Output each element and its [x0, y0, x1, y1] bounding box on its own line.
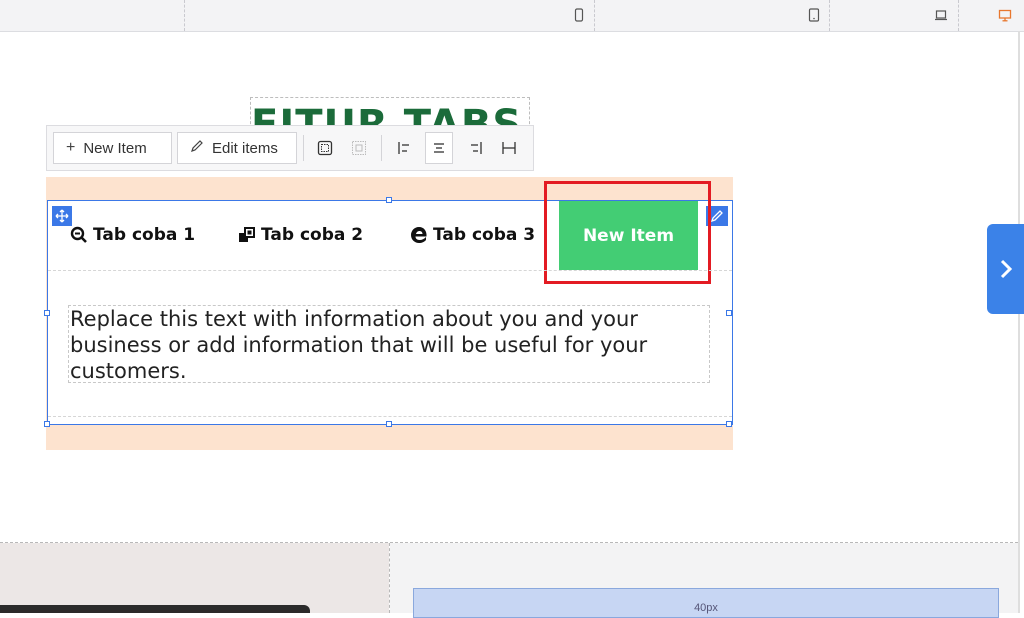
layout-full-icon[interactable]: [345, 132, 373, 164]
edit-items-button-label: Edit items: [212, 139, 278, 157]
desktop-view-icon[interactable]: [998, 8, 1012, 22]
pencil-icon: [190, 139, 204, 158]
tab-divider: [48, 270, 732, 271]
device-bar-divider: [958, 0, 959, 31]
plus-icon: +: [66, 139, 76, 156]
clone-icon: [239, 227, 255, 242]
element-toolbar: + New Item Edit items: [46, 125, 534, 171]
resize-handle[interactable]: [726, 310, 732, 316]
toolbar-divider: [381, 135, 382, 161]
resize-handle[interactable]: [44, 310, 50, 316]
laptop-view-icon[interactable]: [934, 8, 948, 22]
tab-label: Tab coba 1: [93, 225, 196, 245]
tab-label: Tab coba 2: [261, 225, 364, 245]
chevron-right-icon: [1000, 259, 1012, 279]
image-block[interactable]: [0, 543, 389, 613]
tab-content-text[interactable]: Replace this text with information about…: [70, 306, 710, 384]
new-item-button[interactable]: + New Item: [53, 132, 172, 164]
panel-toggle-button[interactable]: [987, 224, 1024, 314]
resize-handle[interactable]: [726, 421, 732, 427]
tab-coba-3[interactable]: Tab coba 3: [410, 222, 535, 248]
move-icon[interactable]: [52, 206, 72, 226]
device-bar-divider: [594, 0, 595, 31]
align-left-icon[interactable]: [391, 132, 419, 164]
align-center-icon[interactable]: [425, 132, 453, 164]
resize-handle[interactable]: [386, 197, 392, 203]
layout-boxed-icon[interactable]: [311, 132, 339, 164]
device-bar-divider: [184, 0, 185, 31]
image-shape: [0, 605, 310, 613]
search-minus-icon: [70, 226, 87, 243]
align-right-icon[interactable]: [461, 132, 489, 164]
edit-items-button[interactable]: Edit items: [177, 132, 297, 164]
align-justify-icon[interactable]: [495, 132, 523, 164]
scrollbar-track[interactable]: [1018, 31, 1020, 613]
spacer-label: 40px: [694, 602, 718, 614]
resize-handle[interactable]: [386, 421, 392, 427]
tablet-view-icon[interactable]: [807, 8, 821, 22]
device-bar-divider: [829, 0, 830, 31]
device-bar: [0, 0, 1024, 32]
resize-handle[interactable]: [44, 421, 50, 427]
toolbar-divider: [303, 135, 304, 161]
content-divider: [48, 416, 732, 417]
tab-coba-2[interactable]: Tab coba 2: [238, 222, 363, 248]
spacer-block[interactable]: 40px: [413, 588, 999, 618]
new-item-button-label: New Item: [83, 139, 147, 157]
tab-label: Tab coba 3: [433, 225, 536, 245]
highlight-box: [544, 181, 711, 284]
tab-coba-1[interactable]: Tab coba 1: [70, 222, 195, 248]
mobile-view-icon[interactable]: [572, 8, 586, 22]
edge-icon: [411, 227, 427, 243]
